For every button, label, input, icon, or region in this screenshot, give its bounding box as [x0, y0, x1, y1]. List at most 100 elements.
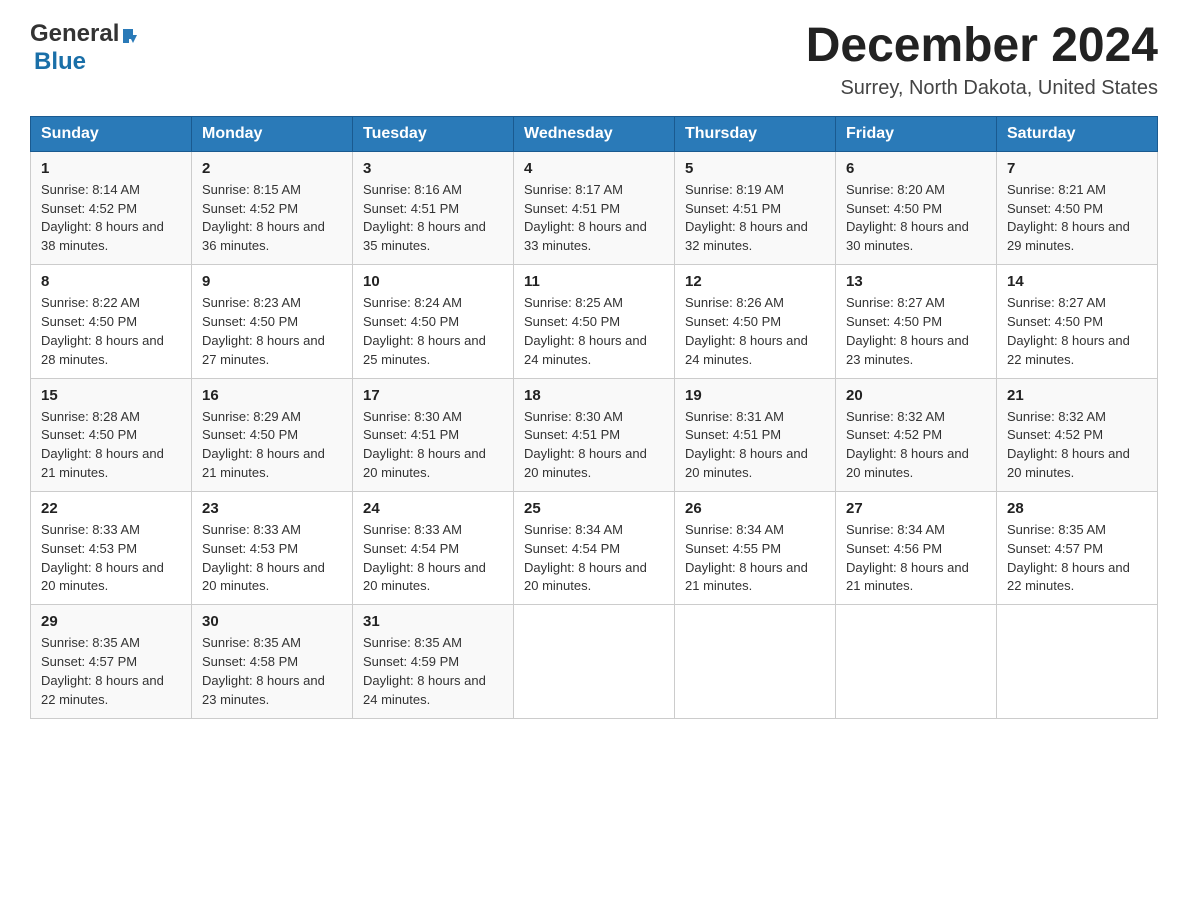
day-info: Sunrise: 8:34 AM Sunset: 4:56 PM Dayligh…: [846, 521, 986, 596]
col-wednesday: Wednesday: [514, 116, 675, 151]
calendar-week-row: 22 Sunrise: 8:33 AM Sunset: 4:53 PM Dayl…: [31, 491, 1158, 604]
day-number: 3: [363, 160, 503, 177]
day-info: Sunrise: 8:20 AM Sunset: 4:50 PM Dayligh…: [846, 181, 986, 256]
table-row: 20 Sunrise: 8:32 AM Sunset: 4:52 PM Dayl…: [836, 378, 997, 491]
logo-arrow-icon: [119, 27, 137, 45]
location-title: Surrey, North Dakota, United States: [806, 77, 1158, 100]
day-info: Sunrise: 8:35 AM Sunset: 4:57 PM Dayligh…: [41, 634, 181, 709]
day-info: Sunrise: 8:33 AM Sunset: 4:53 PM Dayligh…: [41, 521, 181, 596]
table-row: 4 Sunrise: 8:17 AM Sunset: 4:51 PM Dayli…: [514, 151, 675, 264]
day-number: 14: [1007, 273, 1147, 290]
day-number: 16: [202, 387, 342, 404]
day-info: Sunrise: 8:30 AM Sunset: 4:51 PM Dayligh…: [363, 408, 503, 483]
day-number: 18: [524, 387, 664, 404]
day-number: 25: [524, 500, 664, 517]
day-info: Sunrise: 8:24 AM Sunset: 4:50 PM Dayligh…: [363, 294, 503, 369]
calendar-header-row: Sunday Monday Tuesday Wednesday Thursday…: [31, 116, 1158, 151]
logo-general-line: General: [30, 20, 137, 48]
day-number: 30: [202, 613, 342, 630]
table-row: 30 Sunrise: 8:35 AM Sunset: 4:58 PM Dayl…: [192, 605, 353, 718]
day-number: 19: [685, 387, 825, 404]
col-thursday: Thursday: [675, 116, 836, 151]
day-number: 6: [846, 160, 986, 177]
table-row: 31 Sunrise: 8:35 AM Sunset: 4:59 PM Dayl…: [353, 605, 514, 718]
day-number: 8: [41, 273, 181, 290]
table-row: 2 Sunrise: 8:15 AM Sunset: 4:52 PM Dayli…: [192, 151, 353, 264]
day-info: Sunrise: 8:22 AM Sunset: 4:50 PM Dayligh…: [41, 294, 181, 369]
logo-general-text: General: [30, 20, 119, 48]
calendar-table: Sunday Monday Tuesday Wednesday Thursday…: [30, 116, 1158, 719]
day-number: 10: [363, 273, 503, 290]
day-number: 9: [202, 273, 342, 290]
calendar-week-row: 15 Sunrise: 8:28 AM Sunset: 4:50 PM Dayl…: [31, 378, 1158, 491]
day-info: Sunrise: 8:26 AM Sunset: 4:50 PM Dayligh…: [685, 294, 825, 369]
day-info: Sunrise: 8:35 AM Sunset: 4:59 PM Dayligh…: [363, 634, 503, 709]
table-row: 10 Sunrise: 8:24 AM Sunset: 4:50 PM Dayl…: [353, 265, 514, 378]
day-number: 5: [685, 160, 825, 177]
day-info: Sunrise: 8:33 AM Sunset: 4:54 PM Dayligh…: [363, 521, 503, 596]
day-info: Sunrise: 8:15 AM Sunset: 4:52 PM Dayligh…: [202, 181, 342, 256]
table-row: 22 Sunrise: 8:33 AM Sunset: 4:53 PM Dayl…: [31, 491, 192, 604]
day-info: Sunrise: 8:35 AM Sunset: 4:57 PM Dayligh…: [1007, 521, 1147, 596]
day-number: 4: [524, 160, 664, 177]
calendar-week-row: 8 Sunrise: 8:22 AM Sunset: 4:50 PM Dayli…: [31, 265, 1158, 378]
day-info: Sunrise: 8:25 AM Sunset: 4:50 PM Dayligh…: [524, 294, 664, 369]
table-row: 3 Sunrise: 8:16 AM Sunset: 4:51 PM Dayli…: [353, 151, 514, 264]
day-number: 17: [363, 387, 503, 404]
table-row: 23 Sunrise: 8:33 AM Sunset: 4:53 PM Dayl…: [192, 491, 353, 604]
day-info: Sunrise: 8:31 AM Sunset: 4:51 PM Dayligh…: [685, 408, 825, 483]
table-row: [836, 605, 997, 718]
day-number: 22: [41, 500, 181, 517]
col-friday: Friday: [836, 116, 997, 151]
table-row: 21 Sunrise: 8:32 AM Sunset: 4:52 PM Dayl…: [997, 378, 1158, 491]
day-info: Sunrise: 8:16 AM Sunset: 4:51 PM Dayligh…: [363, 181, 503, 256]
day-info: Sunrise: 8:27 AM Sunset: 4:50 PM Dayligh…: [846, 294, 986, 369]
page-header: General Blue December 2024 Surrey, North…: [30, 20, 1158, 100]
table-row: 17 Sunrise: 8:30 AM Sunset: 4:51 PM Dayl…: [353, 378, 514, 491]
day-info: Sunrise: 8:30 AM Sunset: 4:51 PM Dayligh…: [524, 408, 664, 483]
day-number: 28: [1007, 500, 1147, 517]
col-monday: Monday: [192, 116, 353, 151]
day-number: 7: [1007, 160, 1147, 177]
day-number: 31: [363, 613, 503, 630]
table-row: 1 Sunrise: 8:14 AM Sunset: 4:52 PM Dayli…: [31, 151, 192, 264]
day-info: Sunrise: 8:32 AM Sunset: 4:52 PM Dayligh…: [1007, 408, 1147, 483]
table-row: 27 Sunrise: 8:34 AM Sunset: 4:56 PM Dayl…: [836, 491, 997, 604]
table-row: 12 Sunrise: 8:26 AM Sunset: 4:50 PM Dayl…: [675, 265, 836, 378]
day-info: Sunrise: 8:19 AM Sunset: 4:51 PM Dayligh…: [685, 181, 825, 256]
day-number: 20: [846, 387, 986, 404]
calendar-week-row: 29 Sunrise: 8:35 AM Sunset: 4:57 PM Dayl…: [31, 605, 1158, 718]
table-row: [675, 605, 836, 718]
table-row: 24 Sunrise: 8:33 AM Sunset: 4:54 PM Dayl…: [353, 491, 514, 604]
day-number: 24: [363, 500, 503, 517]
day-info: Sunrise: 8:32 AM Sunset: 4:52 PM Dayligh…: [846, 408, 986, 483]
table-row: 6 Sunrise: 8:20 AM Sunset: 4:50 PM Dayli…: [836, 151, 997, 264]
table-row: 26 Sunrise: 8:34 AM Sunset: 4:55 PM Dayl…: [675, 491, 836, 604]
table-row: 7 Sunrise: 8:21 AM Sunset: 4:50 PM Dayli…: [997, 151, 1158, 264]
table-row: 18 Sunrise: 8:30 AM Sunset: 4:51 PM Dayl…: [514, 378, 675, 491]
day-number: 26: [685, 500, 825, 517]
table-row: 9 Sunrise: 8:23 AM Sunset: 4:50 PM Dayli…: [192, 265, 353, 378]
table-row: 15 Sunrise: 8:28 AM Sunset: 4:50 PM Dayl…: [31, 378, 192, 491]
table-row: [514, 605, 675, 718]
table-row: 19 Sunrise: 8:31 AM Sunset: 4:51 PM Dayl…: [675, 378, 836, 491]
logo: General Blue: [30, 20, 137, 76]
day-number: 12: [685, 273, 825, 290]
logo-blue-line: Blue: [30, 48, 86, 76]
table-row: 25 Sunrise: 8:34 AM Sunset: 4:54 PM Dayl…: [514, 491, 675, 604]
table-row: 5 Sunrise: 8:19 AM Sunset: 4:51 PM Dayli…: [675, 151, 836, 264]
calendar-week-row: 1 Sunrise: 8:14 AM Sunset: 4:52 PM Dayli…: [31, 151, 1158, 264]
month-title: December 2024: [806, 20, 1158, 73]
day-info: Sunrise: 8:27 AM Sunset: 4:50 PM Dayligh…: [1007, 294, 1147, 369]
day-number: 15: [41, 387, 181, 404]
day-info: Sunrise: 8:23 AM Sunset: 4:50 PM Dayligh…: [202, 294, 342, 369]
day-info: Sunrise: 8:14 AM Sunset: 4:52 PM Dayligh…: [41, 181, 181, 256]
day-info: Sunrise: 8:28 AM Sunset: 4:50 PM Dayligh…: [41, 408, 181, 483]
table-row: 8 Sunrise: 8:22 AM Sunset: 4:50 PM Dayli…: [31, 265, 192, 378]
col-saturday: Saturday: [997, 116, 1158, 151]
day-number: 11: [524, 273, 664, 290]
logo-blue-text: Blue: [34, 48, 86, 75]
title-block: December 2024 Surrey, North Dakota, Unit…: [806, 20, 1158, 100]
day-info: Sunrise: 8:29 AM Sunset: 4:50 PM Dayligh…: [202, 408, 342, 483]
table-row: 11 Sunrise: 8:25 AM Sunset: 4:50 PM Dayl…: [514, 265, 675, 378]
